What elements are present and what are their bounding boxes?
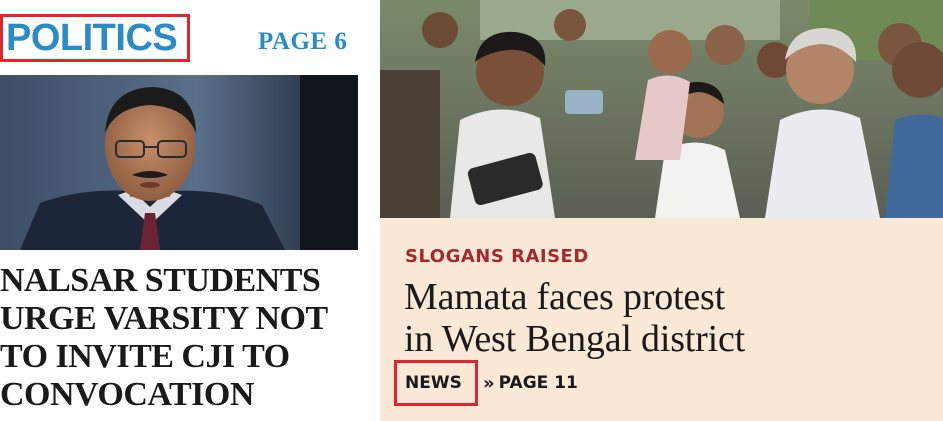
headline-line: CONVOCATION [0,376,254,413]
section-label-politics[interactable]: POLITICS [0,14,190,62]
headline-line: TO INVITE CJI TO [0,338,290,375]
headline-line: URGE VARSITY NOT [0,300,328,337]
headline-line: NALSAR STUDENTS [0,262,321,299]
headline-line: in West Bengal district [404,318,745,360]
section-page-link[interactable]: NEWS » PAGE 11 [394,360,578,406]
story-kicker: SLOGANS RAISED [405,246,589,267]
lead-story-teaser[interactable]: SLOGANS RAISED Mamata faces protest in W… [380,0,943,421]
column-divider [362,0,380,421]
double-chevron-icon: » [483,372,495,394]
page-number: PAGE 11 [498,373,578,393]
politics-headline[interactable]: NALSAR STUDENTS URGE VARSITY NOT TO INVI… [0,262,362,414]
headline-line: Mamata faces protest [404,276,725,318]
politics-teaser[interactable]: POLITICS PAGE 6 NALSAR STUDENTS URGE VAR… [0,0,362,421]
lead-headline[interactable]: Mamata faces protest in West Bengal dist… [404,276,934,360]
man-portrait-photo [0,75,358,250]
page-reference: PAGE 6 [258,28,348,55]
news-section-link[interactable]: NEWS [394,360,478,406]
protest-crowd-photo [380,0,943,218]
